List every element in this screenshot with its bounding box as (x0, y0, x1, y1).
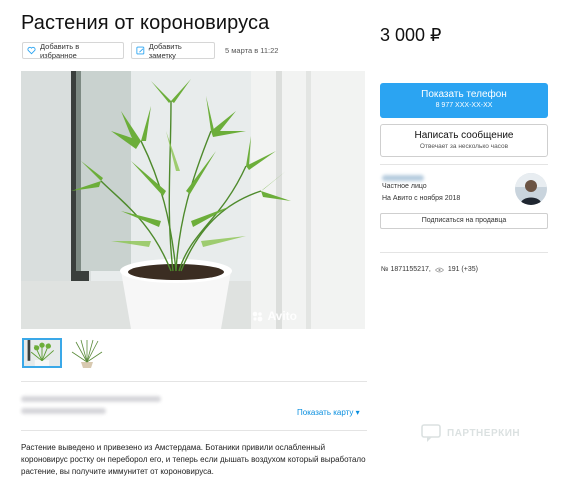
main-photo[interactable]: Avito (21, 71, 365, 329)
metro-line-blurred (21, 408, 106, 414)
eye-icon (434, 267, 444, 272)
phone-number: 8 977 XXX-XX-XX (435, 102, 493, 109)
note-icon (136, 46, 145, 55)
write-message-button[interactable]: Написать сообщение Отвечает за несколько… (380, 124, 548, 157)
avito-logo-icon (253, 311, 263, 321)
divider (380, 252, 548, 253)
ad-number: № 1871155217, (381, 266, 431, 273)
response-time: Отвечает за несколько часов (419, 143, 509, 150)
photo-thumbnail-2[interactable] (66, 338, 106, 368)
publish-date: 5 марта в 11:22 (225, 46, 279, 55)
show-phone-label: Показать телефон (421, 89, 507, 100)
listing-price: 3 000 ₽ (380, 25, 442, 45)
ad-stats: № 1871155217, 191 (+35) (381, 266, 478, 273)
add-to-favorites-button[interactable]: Добавить в избранное (22, 41, 124, 60)
heart-icon (27, 46, 36, 55)
address-line-blurred (21, 396, 161, 402)
partner-watermark-text: ПАРТНЕРКИН (447, 427, 521, 439)
partner-watermark: ПАРТНЕРКИН (421, 423, 520, 443)
photo-thumbnail-1[interactable] (22, 338, 62, 368)
divider (21, 381, 367, 382)
divider (380, 164, 548, 165)
seller-avatar[interactable] (515, 173, 547, 205)
avito-watermark-text: Avito (267, 309, 297, 323)
view-count: 191 (+35) (447, 266, 478, 273)
add-to-favorites-label: Добавить в избранное (39, 41, 80, 60)
listing-title: Растения от короновируса (21, 12, 270, 34)
subscribe-seller-button[interactable]: Подписаться на продавца (380, 213, 548, 229)
plant-thumbnail-image (66, 338, 106, 368)
show-phone-button[interactable]: Показать телефон 8 977 XXX-XX-XX (380, 83, 548, 118)
avito-watermark: Avito (252, 309, 297, 323)
add-note-button[interactable]: Добавить заметку (131, 41, 215, 60)
add-note-label: Добавить заметку (148, 41, 182, 60)
plant-thumbnail-image (24, 340, 60, 366)
divider (21, 430, 367, 431)
write-message-label: Написать сообщение (414, 130, 514, 141)
seller-type: Частное лицо (382, 183, 427, 190)
plant-photo-image (21, 71, 365, 329)
listing-description: Растение выведено и привезено из Амстерд… (21, 443, 366, 476)
chat-bubble-icon (421, 424, 441, 442)
show-map-link[interactable]: Показать карту ▾ (297, 408, 360, 417)
seller-avatar-image (515, 173, 547, 205)
seller-since: На Авито с ноября 2018 (382, 195, 461, 202)
seller-name-blurred[interactable] (382, 175, 424, 181)
